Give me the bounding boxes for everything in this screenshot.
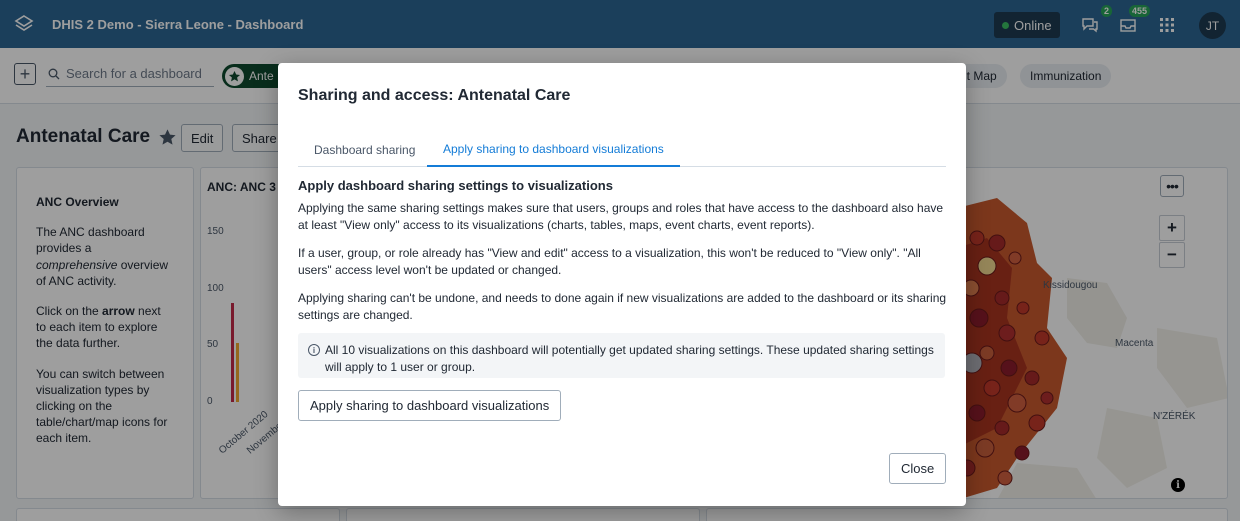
tab-apply-sharing[interactable]: Apply sharing to dashboard visualization… (427, 133, 680, 167)
paragraph-cannot-undo: Applying sharing can't be undone, and ne… (298, 291, 947, 322)
sharing-dialog: Sharing and access: Antenatal Care Dashb… (278, 63, 966, 506)
close-button[interactable]: Close (889, 453, 947, 484)
info-icon: i (308, 344, 320, 356)
dialog-title: Sharing and access: Antenatal Care (298, 87, 571, 104)
paragraph-same-settings: Applying the same sharing settings makes… (298, 201, 944, 232)
dialog-tabs: Dashboard sharing Apply sharing to dashb… (298, 133, 946, 167)
paragraph-view-and-edit: If a user, group, or role already has "V… (298, 246, 921, 277)
apply-sharing-button[interactable]: Apply sharing to dashboard visualization… (298, 390, 562, 421)
info-notice: i All 10 visualizations on this dashboar… (298, 333, 945, 378)
tab-dashboard-sharing[interactable]: Dashboard sharing (298, 133, 431, 167)
notice-text: All 10 visualizations on this dashboard … (325, 343, 934, 374)
section-heading: Apply dashboard sharing settings to visu… (298, 178, 613, 193)
